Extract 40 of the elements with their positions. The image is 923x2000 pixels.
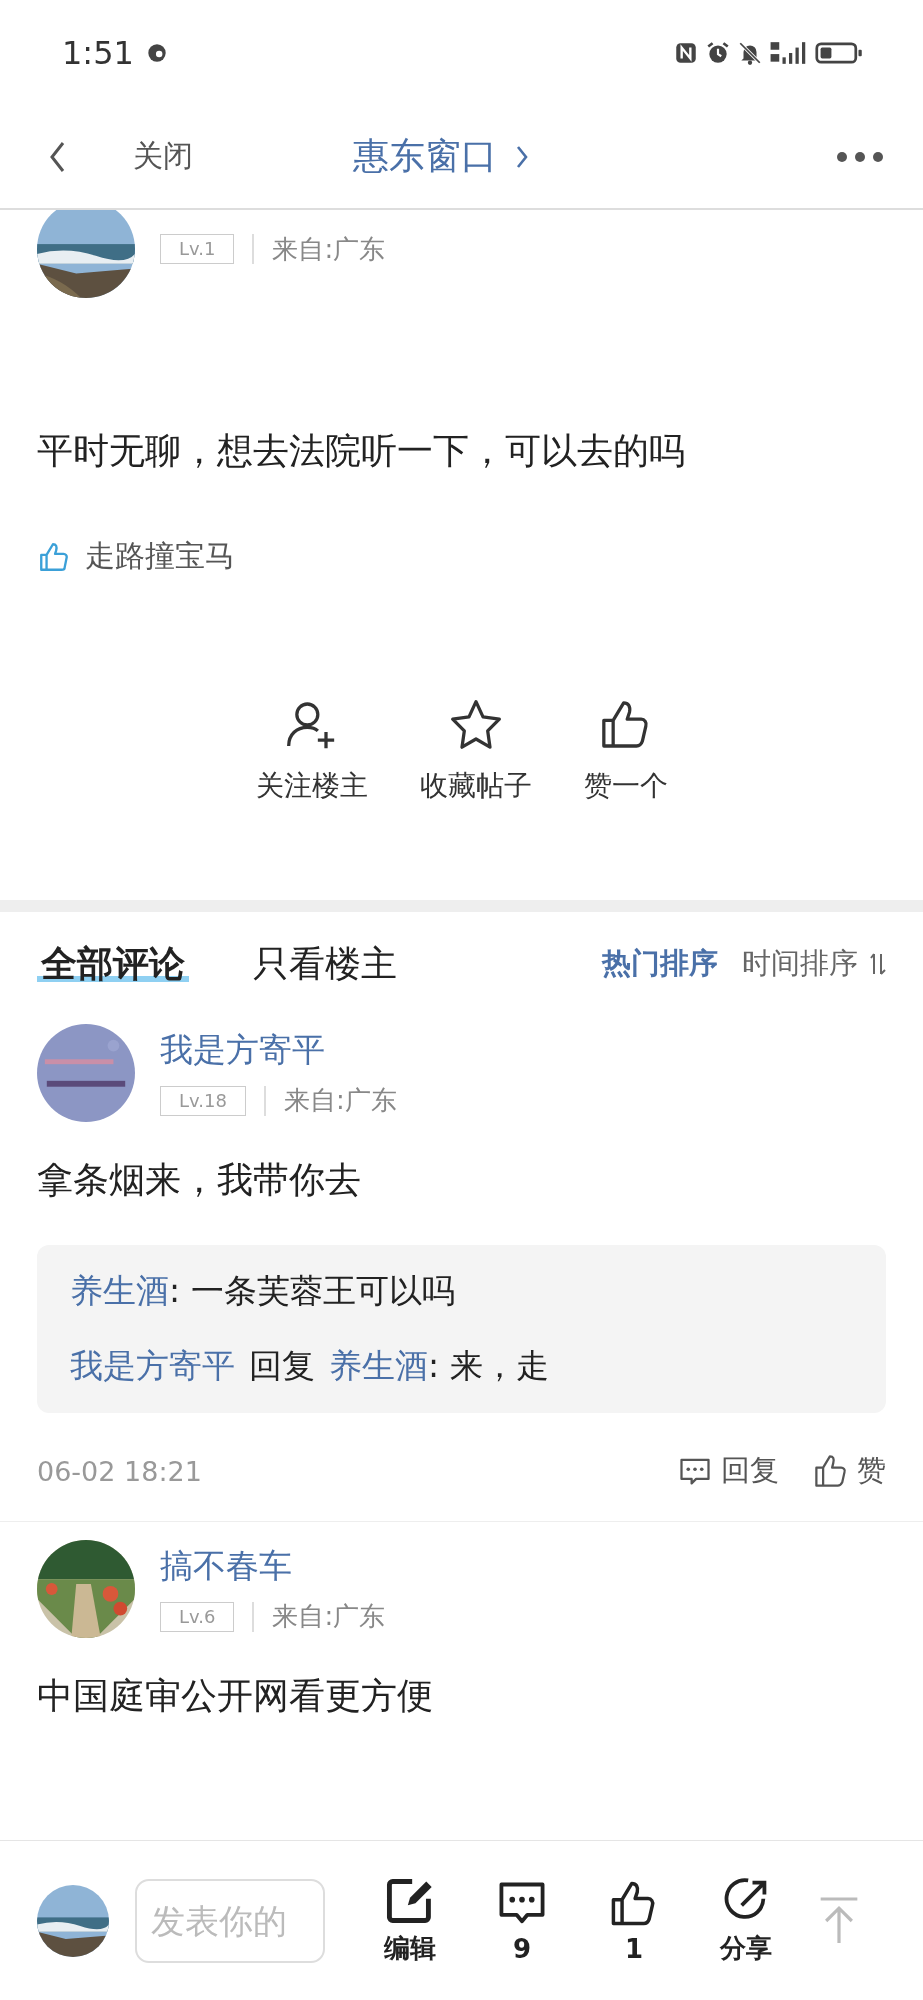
sort-option[interactable]: 热门排序: [590, 944, 730, 984]
location-text: 来自:广东: [272, 1600, 386, 1633]
reply-author[interactable]: 我是方寄平: [70, 1344, 235, 1389]
like-button[interactable]: 1: [589, 1877, 679, 1964]
sort-option[interactable]: 时间排序: [730, 944, 870, 984]
close-link[interactable]: 关闭: [133, 136, 193, 177]
commenter-name[interactable]: 搞不春车: [160, 1544, 386, 1589]
location-text: 来自:广东: [283, 1084, 397, 1117]
level-badge: Lv.6: [160, 1601, 235, 1632]
status-time: 1:51: [62, 33, 134, 72]
forum-title[interactable]: 惠东窗口: [353, 132, 497, 181]
reply-word: 回复: [249, 1345, 315, 1387]
reply-text: : 来，走: [428, 1345, 549, 1387]
comment-button[interactable]: 9: [477, 1877, 567, 1964]
follow-button[interactable]: 关注楼主: [249, 697, 374, 805]
location-text: 来自:广东: [272, 232, 386, 266]
commenter-name[interactable]: 我是方寄平: [160, 1028, 397, 1073]
comment-text: 中国庭审公开网看更方便: [37, 1674, 434, 1718]
reply-text: : 一条芙蓉王可以吗: [169, 1270, 455, 1312]
like-button[interactable]: 赞一个: [577, 697, 674, 805]
comment-tab[interactable]: 只看楼主: [249, 942, 401, 986]
like-button[interactable]: 赞: [813, 1451, 886, 1491]
alarm-icon: [705, 39, 731, 66]
comment-text: 拿条烟来，我带你去: [37, 1158, 362, 1202]
liked-by-name[interactable]: 走路撞宝马: [85, 536, 235, 577]
level-badge: Lv.18: [160, 1085, 246, 1116]
more-icon[interactable]: [835, 149, 885, 164]
comment-time: 06-02 18:21: [37, 1455, 202, 1487]
post-text: 平时无聊，想去法院听一下，可以去的吗: [37, 429, 686, 473]
bell-muted-icon: [737, 39, 763, 66]
edit-button[interactable]: 编辑: [365, 1875, 455, 1966]
thumbs-up-icon: [813, 1453, 849, 1489]
share-button[interactable]: 分享: [701, 1875, 791, 1966]
reply-target[interactable]: 养生酒: [329, 1344, 428, 1389]
reply-author[interactable]: 养生酒: [70, 1269, 169, 1314]
comment-input[interactable]: 发表你的: [135, 1878, 325, 1963]
battery-icon: [815, 39, 863, 66]
reply-button[interactable]: 回复: [677, 1451, 779, 1491]
favorite-button[interactable]: 收藏帖子: [413, 697, 538, 805]
level-badge: Lv.1: [160, 234, 235, 264]
